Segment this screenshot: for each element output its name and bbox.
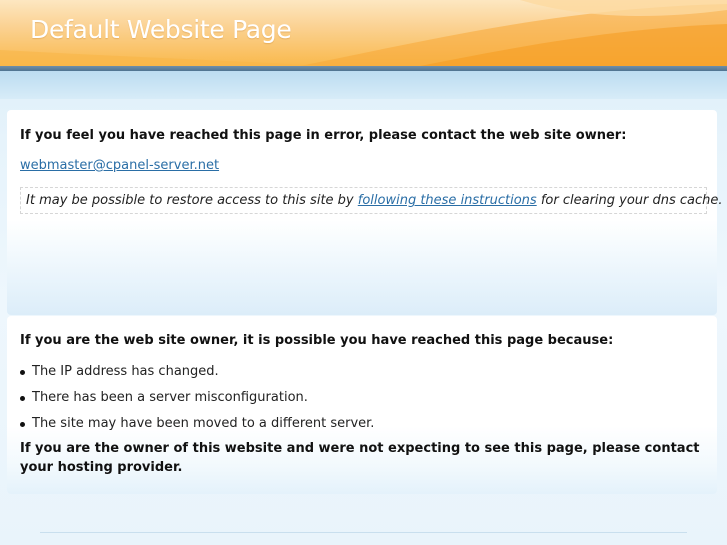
reason-text: The IP address has changed. <box>32 364 219 379</box>
dns-instructions-notice: It may be possible to restore access to … <box>20 187 723 214</box>
list-item: The site may have been moved to a differ… <box>20 411 374 437</box>
page-header: Default Website Page <box>0 0 727 66</box>
reason-text: The site may have been moved to a differ… <box>32 416 375 431</box>
footer-divider <box>40 532 687 533</box>
page-title: Default Website Page <box>30 15 292 44</box>
owner-email-link[interactable]: webmaster@cpanel-server.net <box>20 157 219 175</box>
error-heading: If you feel you have reached this page i… <box>20 128 627 143</box>
list-item: There has been a server misconfiguration… <box>20 385 374 411</box>
closing-message: If you are the owner of this website and… <box>20 441 700 475</box>
reason-text: There has been a server misconfiguration… <box>32 390 308 405</box>
dns-text-before: It may be possible to restore access to … <box>26 193 358 208</box>
bullet-icon <box>20 422 25 427</box>
dns-instructions-link[interactable]: following these instructions <box>358 193 537 208</box>
reasons-list: The IP address has changed. There has be… <box>20 359 374 437</box>
error-contact-panel: If you feel you have reached this page i… <box>7 110 723 315</box>
dns-text-after: for clearing your dns cache. <box>536 193 723 208</box>
owner-info-panel: If you are the web site owner, it is pos… <box>7 316 717 494</box>
list-item: The IP address has changed. <box>20 359 374 385</box>
bullet-icon <box>20 370 25 375</box>
header-shadow <box>0 71 727 99</box>
owner-heading: If you are the web site owner, it is pos… <box>20 333 614 348</box>
bullet-icon <box>20 396 25 401</box>
